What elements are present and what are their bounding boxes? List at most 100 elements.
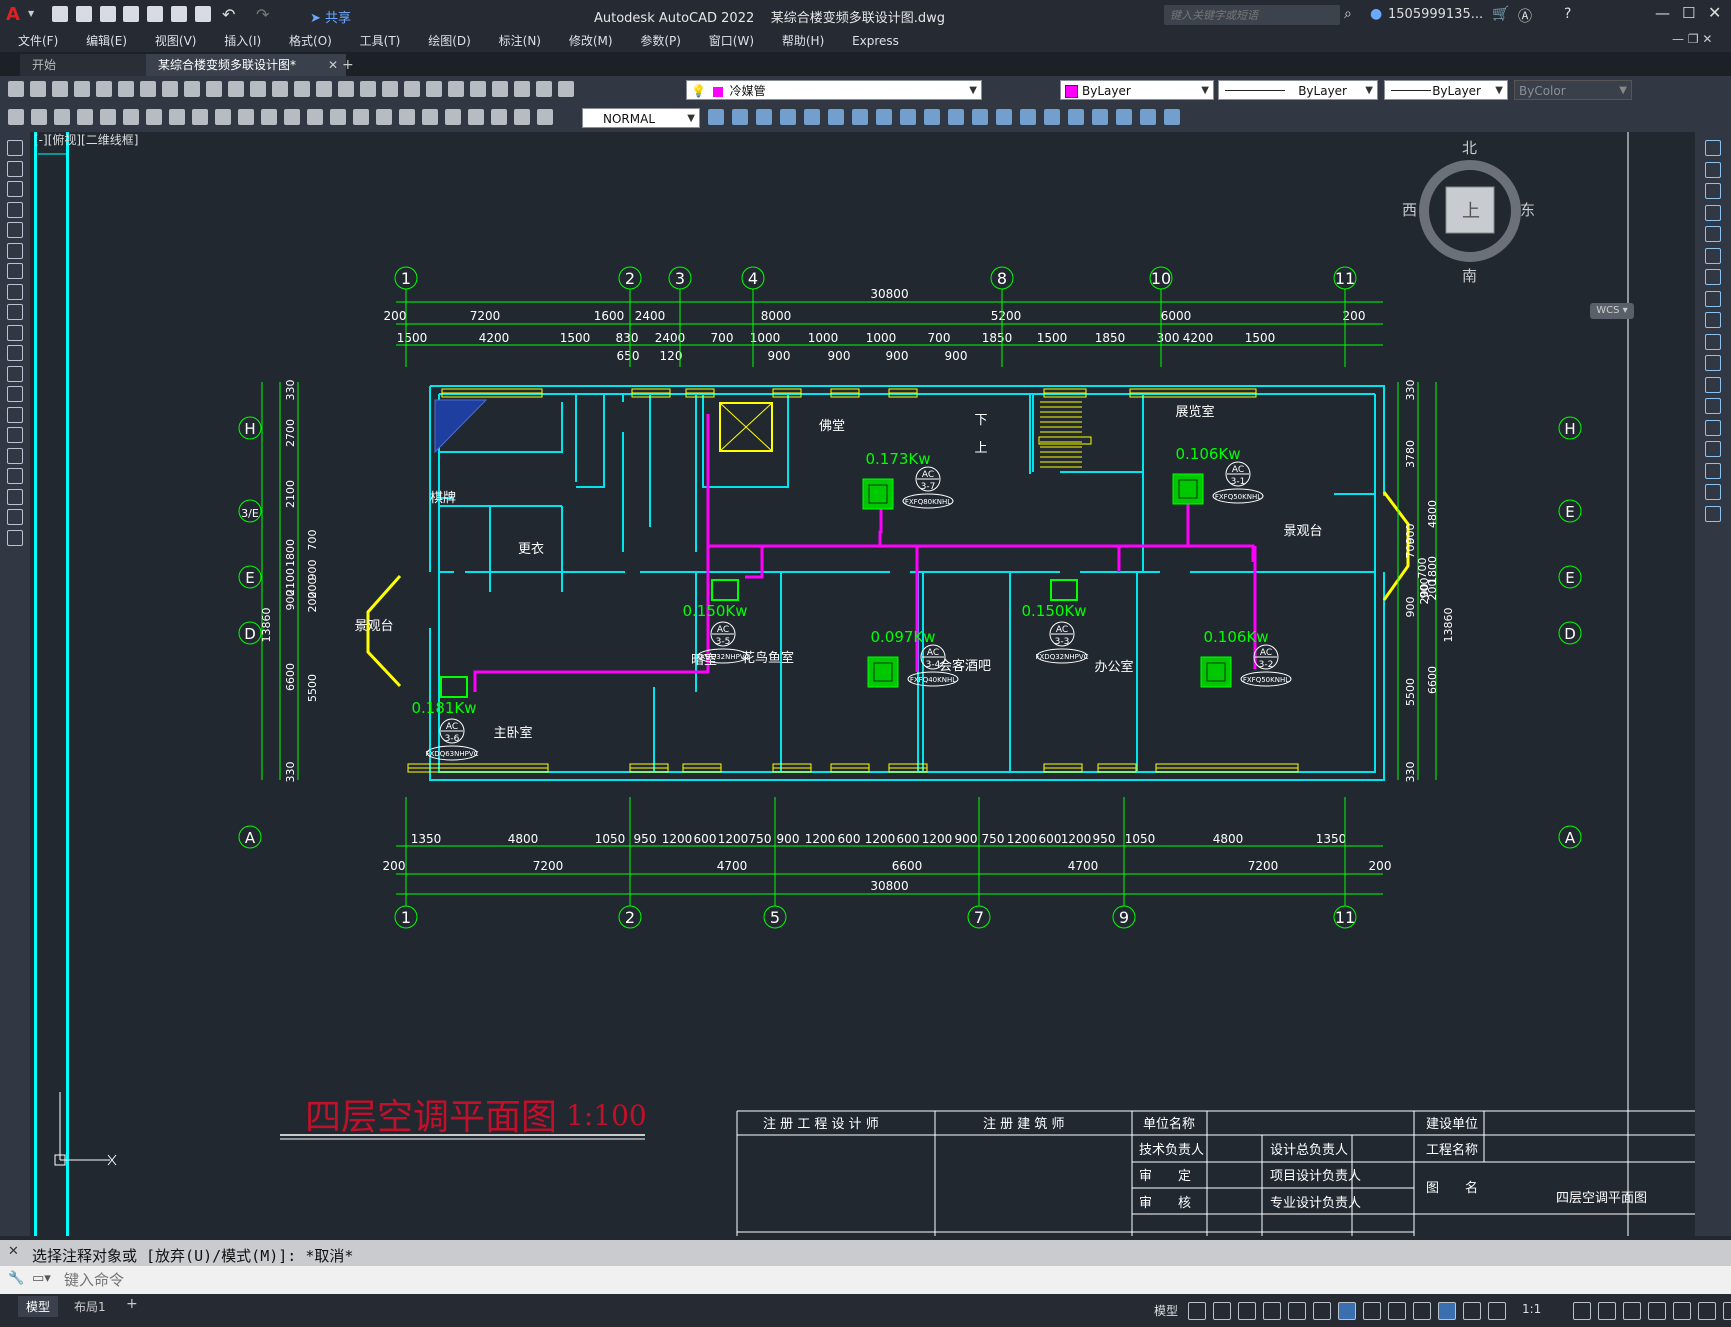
open-web-icon[interactable] (147, 6, 164, 22)
trim-icon[interactable] (900, 109, 916, 125)
undo-icon[interactable]: ↶ (222, 5, 235, 24)
trim-icon[interactable] (1705, 333, 1721, 350)
revision-cloud-icon[interactable] (7, 283, 23, 300)
explode-icon[interactable] (1044, 109, 1060, 125)
new-tab-plus-icon[interactable]: + (330, 54, 366, 76)
tab-active-drawing[interactable]: 某综合楼变频多联设计图* ✕ (146, 54, 346, 76)
extend-icon[interactable] (1705, 355, 1721, 371)
offset-icon[interactable] (1705, 204, 1721, 221)
minimize-icon[interactable]: — (1655, 4, 1670, 22)
properties-icon[interactable] (404, 81, 420, 97)
redo-icon[interactable] (294, 81, 310, 97)
blend-curves-icon[interactable] (1705, 484, 1721, 500)
model-space-button[interactable]: 模型 (1154, 1302, 1178, 1319)
jogged-linear-icon[interactable] (445, 109, 461, 125)
drawing-canvas[interactable]: 30800 200 7200 1600 2400 8000 5200 6000 200 1500 4… (30, 132, 1695, 1236)
tolerance-icon[interactable] (376, 109, 392, 125)
plot-icon[interactable] (74, 81, 90, 97)
insert-block-icon[interactable] (31, 109, 47, 125)
extend-icon[interactable] (924, 109, 940, 125)
copy-obj-icon[interactable] (708, 109, 724, 125)
polyline-icon[interactable] (7, 181, 23, 197)
gradient-icon[interactable] (7, 447, 23, 464)
circle-icon[interactable] (7, 263, 23, 279)
polar-icon[interactable] (1288, 1302, 1306, 1320)
viewcube-south[interactable]: 南 (1462, 265, 1477, 286)
move-icon[interactable] (1705, 247, 1721, 264)
plot-preview-icon[interactable] (96, 81, 112, 97)
mtext-icon[interactable] (7, 509, 23, 525)
menu-window[interactable]: 窗口(W) (697, 30, 766, 52)
menu-tools[interactable]: 工具(T) (348, 30, 413, 52)
hardware-accel-icon[interactable] (1698, 1302, 1716, 1320)
offset-icon[interactable] (756, 109, 772, 125)
center-mark-icon[interactable] (399, 109, 415, 125)
aligned-dim-icon[interactable] (100, 109, 116, 125)
polygon-icon[interactable] (7, 201, 23, 218)
group-icon[interactable] (1116, 109, 1132, 125)
stretch-icon[interactable] (1705, 312, 1721, 328)
share-button[interactable]: ➤ 共享 (310, 7, 351, 26)
hatch-icon[interactable] (7, 427, 23, 443)
zoom-window-icon[interactable] (360, 81, 376, 97)
array-icon[interactable] (1705, 226, 1721, 242)
units-icon[interactable] (1623, 1302, 1641, 1320)
autocad-logo-icon[interactable]: A (6, 4, 28, 26)
rotate-icon[interactable] (828, 109, 844, 125)
paste-icon[interactable] (206, 81, 222, 97)
menu-edit[interactable]: 编辑(E) (74, 30, 139, 52)
ellipse-arc-icon[interactable] (7, 345, 23, 361)
scale-icon[interactable] (852, 109, 868, 125)
color-combo[interactable]: ByLayer ▼ (1060, 80, 1214, 100)
point-icon[interactable] (7, 406, 23, 423)
cart-icon[interactable]: 🛒 (1492, 6, 1509, 22)
viewport-controls[interactable]: [-][俯视][二维线框] (34, 125, 138, 155)
open-icon[interactable] (30, 81, 46, 97)
linear-dim-icon[interactable] (77, 109, 93, 125)
move-icon[interactable] (804, 109, 820, 125)
dim-update-icon[interactable] (514, 109, 530, 125)
rotate-icon[interactable] (1705, 269, 1721, 285)
user-name[interactable]: 1505999135... (1388, 7, 1483, 22)
search-input[interactable] (1164, 5, 1342, 25)
zoom-realtime-icon[interactable] (338, 81, 354, 97)
app-menu-dropdown-icon[interactable]: ▼ (28, 9, 34, 18)
copy-icon[interactable] (1705, 161, 1721, 178)
menu-parametric[interactable]: 参数(P) (628, 30, 693, 52)
save-as-icon[interactable] (123, 6, 140, 22)
lineweight-combo[interactable]: ByLayer ▼ (1384, 80, 1508, 100)
chamfer-icon[interactable] (996, 109, 1012, 125)
qnew-icon[interactable] (8, 81, 24, 97)
dim-break-icon[interactable] (353, 109, 369, 125)
fillet-icon[interactable] (1705, 462, 1721, 479)
line-icon[interactable] (7, 140, 23, 156)
tab-start[interactable]: 开始 (20, 54, 166, 76)
region-icon[interactable] (7, 468, 23, 484)
baseline-dim-icon[interactable] (284, 109, 300, 125)
linetype-combo[interactable]: ByLayer ▼ (1218, 80, 1378, 100)
command-prompt-icon[interactable]: ▭▾ (32, 1271, 51, 1286)
undo-icon[interactable] (272, 81, 288, 97)
annotation-monitor-icon[interactable] (1598, 1302, 1616, 1320)
make-block-icon[interactable] (7, 386, 23, 402)
construction-line-icon[interactable] (7, 160, 23, 177)
menu-help[interactable]: 帮助(H) (770, 30, 836, 52)
break-icon[interactable] (1705, 398, 1721, 414)
3d-print-icon[interactable] (140, 81, 156, 97)
new-file-icon[interactable] (52, 6, 68, 22)
join-icon[interactable] (972, 109, 988, 125)
diameter-dim-icon[interactable] (215, 109, 231, 125)
publish-icon[interactable] (118, 81, 134, 97)
ortho-icon[interactable] (1263, 1302, 1281, 1320)
draworder-icon[interactable] (1092, 109, 1108, 125)
infer-icon[interactable] (1238, 1302, 1256, 1320)
quick-properties-icon[interactable] (1648, 1302, 1666, 1320)
quick-dim-icon[interactable] (261, 109, 277, 125)
save-web-icon[interactable] (171, 6, 188, 22)
isolate-objects-icon[interactable] (1673, 1302, 1691, 1320)
dim-space-icon[interactable] (330, 109, 346, 125)
make-block-icon[interactable] (8, 109, 24, 125)
arc-length-dim-icon[interactable] (123, 109, 139, 125)
fillet-icon[interactable] (1020, 109, 1036, 125)
chamfer-icon[interactable] (1705, 441, 1721, 457)
